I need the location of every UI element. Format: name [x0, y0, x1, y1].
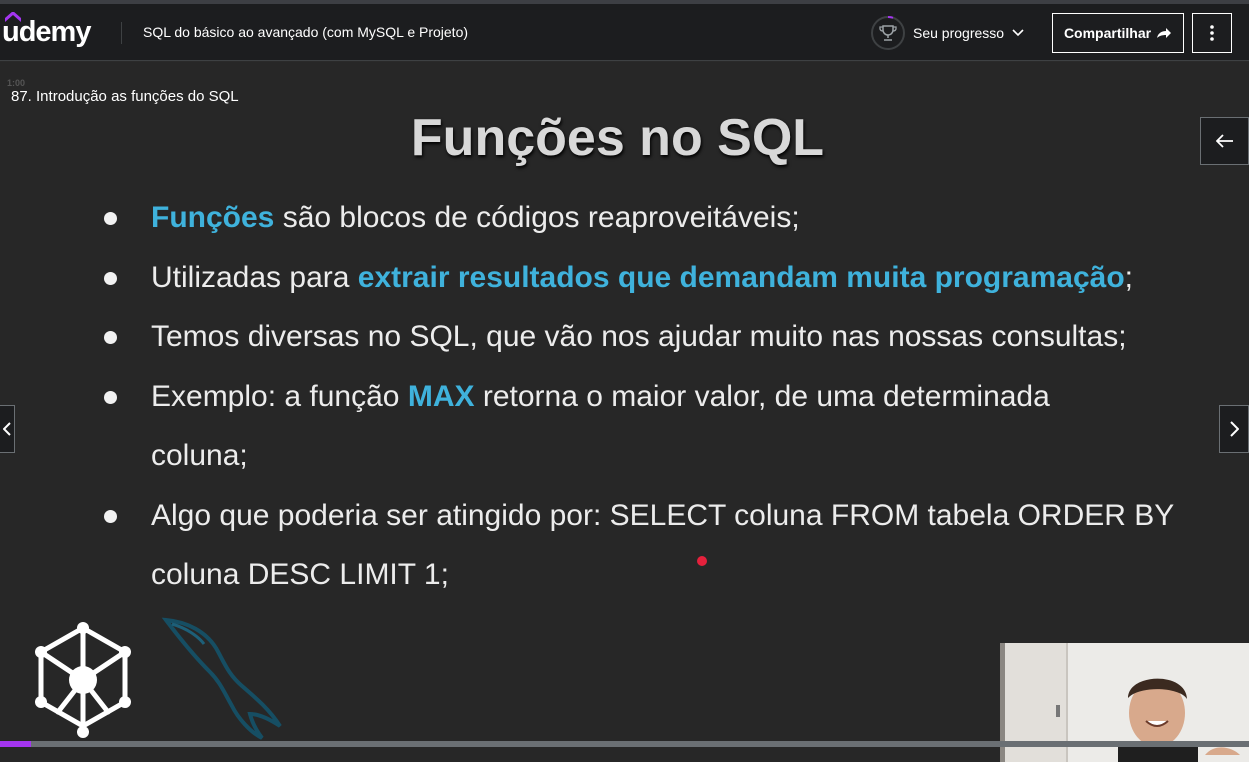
bullet-text: são blocos de códigos reaproveitáveis; [274, 201, 800, 234]
bullet-highlight: Funções [151, 201, 275, 234]
video-progress-fill [0, 741, 32, 747]
slide-bullet: Exemplo: a função MAX retorna o maior va… [100, 367, 1100, 486]
chevron-left-icon [2, 422, 11, 436]
back-button[interactable] [1200, 117, 1249, 165]
share-button-label: Compartilhar [1063, 25, 1152, 41]
slide-bullet: Utilizadas para extrair resultados que d… [100, 248, 1200, 308]
trophy-icon [871, 15, 905, 50]
video-progress-bar[interactable] [0, 741, 1249, 747]
lecture-time: 1:00 [7, 78, 26, 88]
bullet-highlight: extrair resultados que demandam muita pr… [357, 260, 1125, 294]
chevron-right-icon [1230, 421, 1239, 437]
header: udemy SQL do básico ao avançado (com MyS… [0, 4, 1249, 61]
bullet-text: Exemplo: a função [151, 379, 408, 413]
video-player[interactable]: 1:00 87. Introdução as funções do SQL Fu… [0, 62, 1249, 762]
lecture-title: 87. Introdução as funções do SQL [11, 88, 239, 105]
previous-lecture-button[interactable] [0, 405, 15, 453]
next-lecture-button[interactable] [1219, 405, 1249, 453]
bullet-text: Temos diversas no SQL, que vão nos ajuda… [151, 320, 1127, 353]
cursor-pointer-dot [697, 556, 707, 566]
bullet-text: ; [1124, 260, 1134, 294]
mysql-dolphin-logo [161, 617, 282, 740]
bullet-text: Algo que poderia ser atingido por: SELEC… [151, 498, 1174, 592]
share-button[interactable]: Compartilhar [1052, 13, 1184, 53]
network-cube-logo [35, 622, 131, 738]
bullet-highlight: MAX [407, 379, 475, 413]
slide-bullet: Algo que poderia ser atingido por: SELEC… [100, 486, 1190, 605]
kebab-menu-icon [1210, 25, 1214, 41]
more-options-button[interactable] [1192, 13, 1232, 53]
arrow-left-icon [1215, 134, 1233, 148]
app-window: udemy SQL do básico ao avançado (com MyS… [0, 0, 1249, 762]
slide-bullet: Temos diversas no SQL, que vão nos ajuda… [100, 307, 1200, 367]
bullet-text: Utilizadas para [151, 260, 358, 294]
slide-bullet-list: Funções são blocos de códigos reaproveit… [100, 188, 1200, 605]
chevron-down-icon [1012, 29, 1024, 37]
header-divider [121, 22, 122, 44]
progress-label: Seu progresso [913, 25, 1005, 41]
slide-title: Funções no SQL [410, 109, 825, 167]
course-title[interactable]: SQL do básico ao avançado (com MySQL e P… [143, 24, 468, 40]
logo-text: udemy [2, 16, 91, 48]
slide-bullet: Funções são blocos de códigos reaproveit… [100, 188, 1200, 248]
progress-dropdown[interactable]: Seu progresso [870, 15, 1024, 51]
share-arrow-icon [1157, 28, 1172, 38]
udemy-logo[interactable]: udemy [2, 12, 98, 50]
